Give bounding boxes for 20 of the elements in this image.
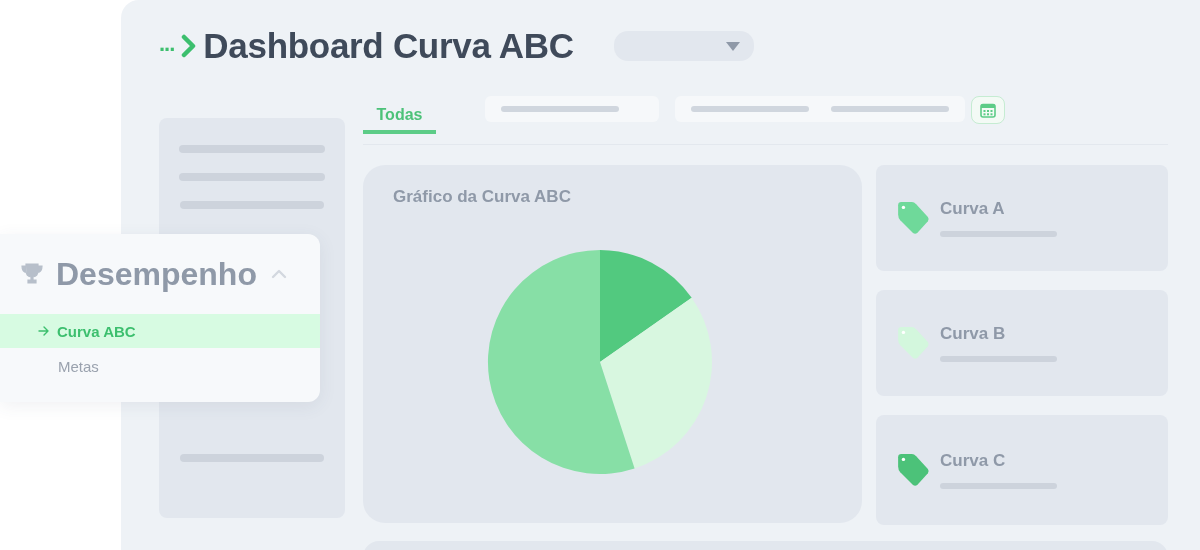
curve-label: Curva C xyxy=(940,451,1007,471)
filter-field[interactable] xyxy=(485,96,659,122)
curve-label: Curva B xyxy=(940,324,1007,344)
calendar-button[interactable] xyxy=(971,96,1005,124)
menu-item[interactable]: Metas xyxy=(0,348,320,384)
arrow-right-icon xyxy=(38,326,50,336)
calendar-icon xyxy=(980,102,996,118)
breadcrumb-ellipsis[interactable]: ... xyxy=(159,31,175,57)
menu-title: Desempenho xyxy=(56,255,257,293)
date-range-field[interactable] xyxy=(675,96,965,122)
page-title: Dashboard Curva ABC xyxy=(203,26,574,66)
chevron-right-icon xyxy=(181,34,198,58)
chart-title: Gráfico da Curva ABC xyxy=(393,187,571,206)
menu-item[interactable]: Curva ABC xyxy=(0,314,320,348)
tab[interactable]: Todas xyxy=(363,96,436,134)
chevron-up-icon[interactable] xyxy=(270,269,287,279)
dropdown-field[interactable] xyxy=(613,31,754,61)
curve-label: Curva A xyxy=(940,199,1006,219)
caret-icon xyxy=(725,41,740,51)
trophy-icon xyxy=(20,262,44,286)
